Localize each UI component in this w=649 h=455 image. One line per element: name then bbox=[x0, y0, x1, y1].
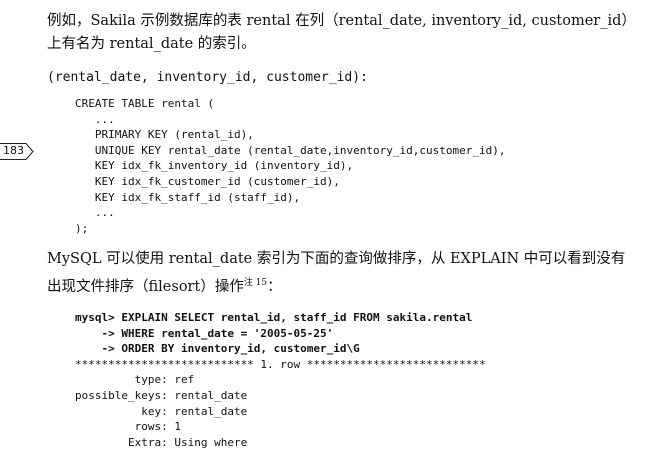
intro-paragraph-line1: 例如，Sakila 示例数据库的表 rental 在列（rental_date,… bbox=[47, 13, 636, 29]
index-columns-heading: (rental_date, inventory_id, customer_id)… bbox=[47, 70, 368, 85]
explain-output-code: mysql> EXPLAIN SELECT rental_id, staff_i… bbox=[75, 310, 486, 450]
footnote-ref: 注 15 bbox=[243, 278, 268, 288]
explain-result: *************************** 1. row *****… bbox=[75, 357, 486, 449]
intro-paragraph-line2: 上有名为 rental_date 的索引。 bbox=[47, 36, 256, 52]
query-line-1: mysql> EXPLAIN SELECT rental_id, staff_i… bbox=[75, 311, 473, 324]
explain-paragraph-line1: MySQL 可以使用 rental_date 索引为下面的查询做排序，从 EXP… bbox=[47, 251, 626, 267]
page-number: 183 bbox=[3, 144, 24, 157]
page-number-marker: 183 bbox=[0, 143, 34, 160]
query-line-2: -> WHERE rental_date = '2005-05-25' bbox=[75, 326, 334, 340]
explain-paragraph-colon: ： bbox=[267, 278, 282, 295]
create-table-code: CREATE TABLE rental ( ... PRIMARY KEY (r… bbox=[75, 97, 506, 235]
explain-paragraph-text: 出现文件排序（filesort）操作 bbox=[47, 278, 244, 295]
explain-paragraph-line2: 出现文件排序（filesort）操作注 15： bbox=[47, 272, 282, 298]
query-line-3: -> ORDER BY inventory_id, customer_id\G bbox=[75, 342, 360, 356]
